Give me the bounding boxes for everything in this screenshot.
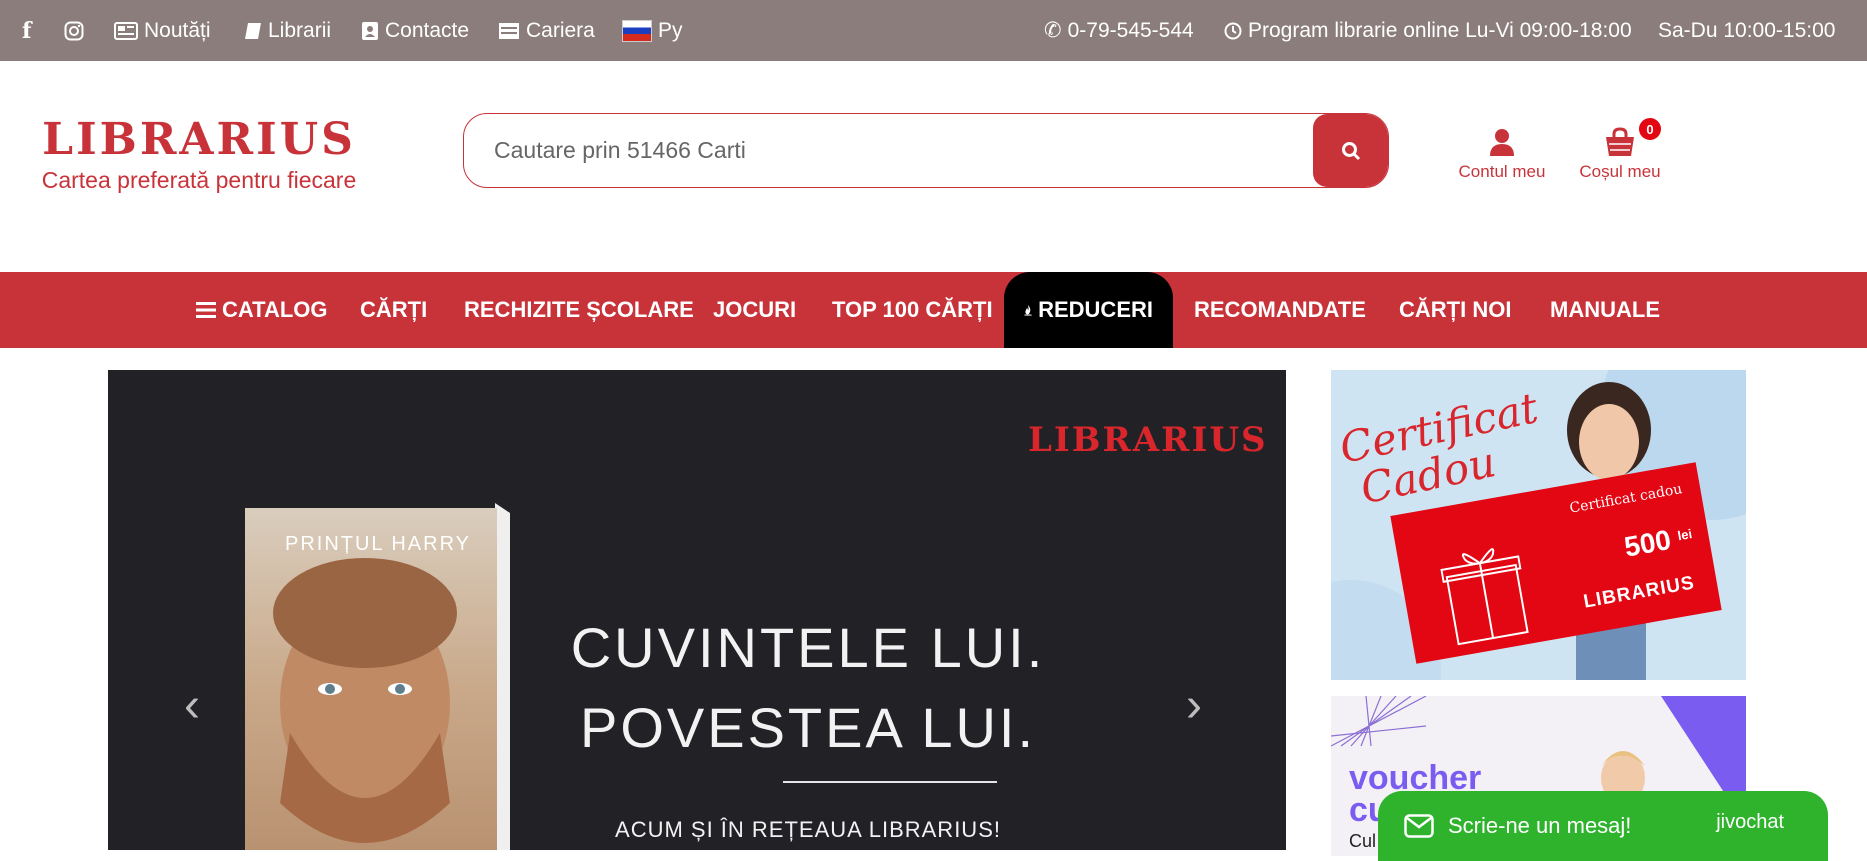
- hero-headline: CUVINTELE LUI. POVESTEA LUI.: [568, 608, 1048, 768]
- nav-recommended-label: RECOMANDATE: [1194, 297, 1366, 322]
- site-logo[interactable]: LIBRARIUS Cartea preferată pentru fiecar…: [36, 116, 362, 194]
- bookstores-link[interactable]: Librarii: [244, 0, 331, 61]
- voucher-fragment: Cul: [1349, 831, 1377, 851]
- cart-link[interactable]: 0 Coșul meu: [1565, 118, 1675, 182]
- logo-tagline: Cartea preferată pentru fiecare: [41, 167, 357, 193]
- gift-box-icon: [1440, 548, 1529, 646]
- flag-ru-icon: [622, 19, 652, 42]
- cart-label: Coșul meu: [1579, 162, 1661, 181]
- nav-new-books-label: CĂRȚI NOI: [1399, 297, 1512, 322]
- instagram-icon: [64, 21, 84, 40]
- nav-discounts-label: REDUCERI: [1038, 297, 1153, 322]
- career-icon: [499, 22, 519, 39]
- chevron-right-icon: ›: [1186, 679, 1202, 732]
- carousel-next-button[interactable]: ›: [1186, 682, 1202, 730]
- chevron-left-icon: ‹: [184, 679, 200, 732]
- book-author: PRINȚUL HARRY: [284, 533, 472, 555]
- hero-divider: [783, 781, 997, 783]
- news-link[interactable]: Noutăți: [114, 0, 211, 61]
- contacts-link[interactable]: Contacte: [361, 0, 469, 61]
- nav-recommended[interactable]: RECOMANDATE: [1194, 272, 1366, 348]
- phone-number: 0-79-545-544: [1067, 18, 1194, 42]
- address-book-icon: [362, 21, 378, 40]
- chat-widget[interactable]: Scrie-ne un mesaj! jivochat: [1378, 791, 1828, 861]
- phone-icon: ✆: [1044, 19, 1062, 42]
- envelope-icon: [1404, 814, 1434, 838]
- facebook-icon: f: [22, 17, 32, 44]
- bookstores-label: Librarii: [268, 18, 332, 42]
- newspaper-icon: [114, 21, 138, 40]
- facebook-link[interactable]: f: [22, 0, 31, 61]
- search-button[interactable]: [1313, 114, 1388, 187]
- instagram-link[interactable]: [64, 0, 84, 61]
- carousel-prev-button[interactable]: ‹: [184, 682, 200, 730]
- user-icon: [1490, 129, 1514, 156]
- hero-subline: ACUM ȘI ÎN REȚEAUA LIBRARIUS!: [615, 817, 1001, 842]
- top-bar: f Noutăți Librarii Contacte Cariera Ру ✆…: [0, 0, 1867, 61]
- nav-catalog-label: CATALOG: [222, 297, 328, 322]
- news-label: Noutăți: [144, 18, 211, 42]
- hero-headline-line1: CUVINTELE LUI.: [570, 616, 1046, 679]
- gift-card-brand: LIBRARIUS: [1581, 572, 1697, 613]
- nav-books[interactable]: CĂRȚI: [360, 272, 427, 348]
- search-input[interactable]: [464, 114, 1316, 186]
- gift-card-title: Certificat cadou: [1568, 481, 1684, 517]
- hero-logo: LIBRARIUS: [1028, 420, 1268, 460]
- nav-textbooks-label: MANUALE: [1550, 297, 1660, 322]
- language-label: Ру: [658, 18, 683, 42]
- logo-text: LIBRARIUS: [42, 114, 356, 165]
- schedule-weekend-text: Sa-Du 10:00-15:00: [1658, 18, 1836, 42]
- nav-top-100-label: TOP 100 CĂRȚI: [832, 297, 993, 322]
- schedule-text: Program librarie online Lu-Vi 09:00-18:0…: [1248, 18, 1632, 42]
- voucher-title-line1: voucher: [1349, 759, 1482, 797]
- account-label: Contul meu: [1458, 162, 1546, 181]
- nav-catalog[interactable]: CATALOG: [196, 272, 328, 348]
- nav-games[interactable]: JOCURI: [713, 272, 796, 348]
- shopping-bag-icon: [1606, 127, 1634, 156]
- hero-carousel[interactable]: LIBRARIUS PRINȚUL HARRY CUVINTELE LUI. P…: [108, 370, 1286, 850]
- main-nav: CATALOG CĂRȚI RECHIZITE ȘCOLARE JOCURI T…: [0, 272, 1867, 348]
- account-link[interactable]: Contul meu: [1447, 122, 1557, 182]
- search-bar: [463, 113, 1389, 188]
- nav-discounts[interactable]: REDUCERI: [1004, 272, 1173, 348]
- cart-count-badge: 0: [1639, 118, 1661, 140]
- search-icon: [1341, 141, 1360, 160]
- gift-card-currency: lei: [1676, 526, 1694, 544]
- gift-card-amount: 500: [1621, 523, 1674, 563]
- nav-new-books[interactable]: CĂRȚI NOI: [1399, 272, 1511, 348]
- schedule: Program librarie online Lu-Vi 09:00-18:0…: [1224, 0, 1632, 61]
- career-label: Cariera: [526, 18, 595, 42]
- phone-link[interactable]: ✆ 0-79-545-544: [1044, 0, 1194, 61]
- nav-games-label: JOCURI: [713, 297, 797, 322]
- book-icon: [245, 22, 261, 39]
- chat-label: Scrie-ne un mesaj!: [1448, 813, 1632, 838]
- nav-school-supplies-label: RECHIZITE ȘCOLARE: [464, 297, 694, 322]
- nav-books-label: CĂRȚI: [360, 297, 428, 322]
- nav-school-supplies[interactable]: RECHIZITE ȘCOLARE: [464, 272, 694, 348]
- nav-top-100[interactable]: TOP 100 CĂRȚI: [832, 272, 993, 348]
- clock-icon: [1224, 22, 1242, 39]
- menu-icon: [196, 302, 216, 318]
- hero-headline-line2: POVESTEA LUI.: [579, 696, 1037, 759]
- language-link[interactable]: Ру: [622, 0, 683, 61]
- schedule-weekend: Sa-Du 10:00-15:00: [1658, 0, 1835, 61]
- contacts-label: Contacte: [385, 18, 470, 42]
- chat-brand: jivochat: [1716, 811, 1784, 833]
- fire-icon: [1024, 304, 1032, 316]
- career-link[interactable]: Cariera: [498, 0, 595, 61]
- nav-textbooks[interactable]: MANUALE: [1550, 272, 1660, 348]
- gift-certificate-banner[interactable]: Certificat Cadou Certificat cadou 500 le…: [1331, 370, 1746, 680]
